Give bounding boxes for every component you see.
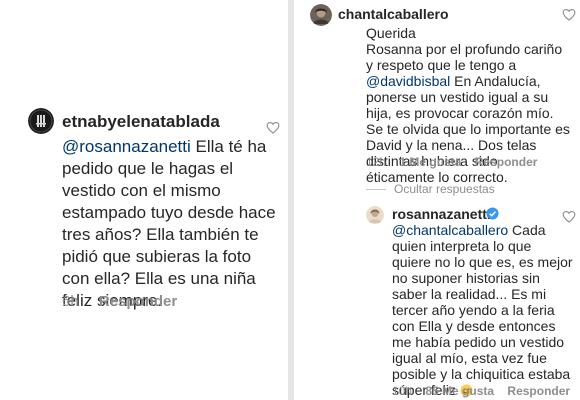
reply-username[interactable]: rosannazanetti [392, 206, 491, 222]
replies-dash [366, 189, 386, 191]
chantalcaballero-avatar[interactable] [310, 4, 332, 26]
reply-meta: 10h 85 Me gusta Responder [392, 384, 580, 398]
left-comment-panel: etnabyelenatablada @rosannazanetti Ella … [0, 0, 288, 400]
hide-replies-button[interactable]: Ocultar respuestas [366, 182, 495, 196]
dark-logo-icon [28, 108, 54, 134]
right-comment-panel: chantalcaballero Querida Rosanna por el … [294, 0, 580, 400]
comment-username[interactable]: etnabyelenatablada [62, 112, 220, 132]
reply-text: @chantalcaballero Cada quien interpreta … [392, 222, 573, 398]
comment-username[interactable]: chantalcaballero [338, 6, 449, 22]
heart-outline-icon[interactable] [562, 8, 576, 21]
mention-link[interactable]: @rosannazanetti [62, 137, 191, 156]
reply-button[interactable]: Responder [507, 384, 570, 398]
verified-badge-icon [486, 207, 499, 220]
etnabyelenatablada-avatar[interactable] [28, 108, 54, 134]
comment-meta: 6h Responder [62, 293, 177, 310]
reply-button[interactable]: Responder [99, 293, 177, 310]
likes-count[interactable]: 85 Me gusta [425, 384, 494, 398]
heart-outline-icon[interactable] [562, 210, 576, 223]
reply-time: 10h [392, 384, 413, 398]
likes-count[interactable]: 1 Me gusta [399, 155, 461, 169]
reply-button[interactable]: Responder [475, 155, 538, 169]
rosannazanetti-avatar[interactable] [366, 206, 384, 224]
comment-time: 6h [62, 293, 79, 310]
mention-link[interactable]: @chantalcaballero [392, 222, 508, 238]
comment-time: 12h [366, 155, 387, 169]
mention-link[interactable]: @davidbisbal [366, 73, 450, 89]
comment-text: @rosannazanetti Ella té ha pedido que le… [62, 137, 276, 310]
photo-avatar-icon [366, 206, 384, 224]
photo-avatar-icon [310, 4, 332, 26]
comment-meta: 12h 1 Me gusta Responder [366, 155, 547, 169]
heart-outline-icon[interactable] [266, 121, 280, 134]
